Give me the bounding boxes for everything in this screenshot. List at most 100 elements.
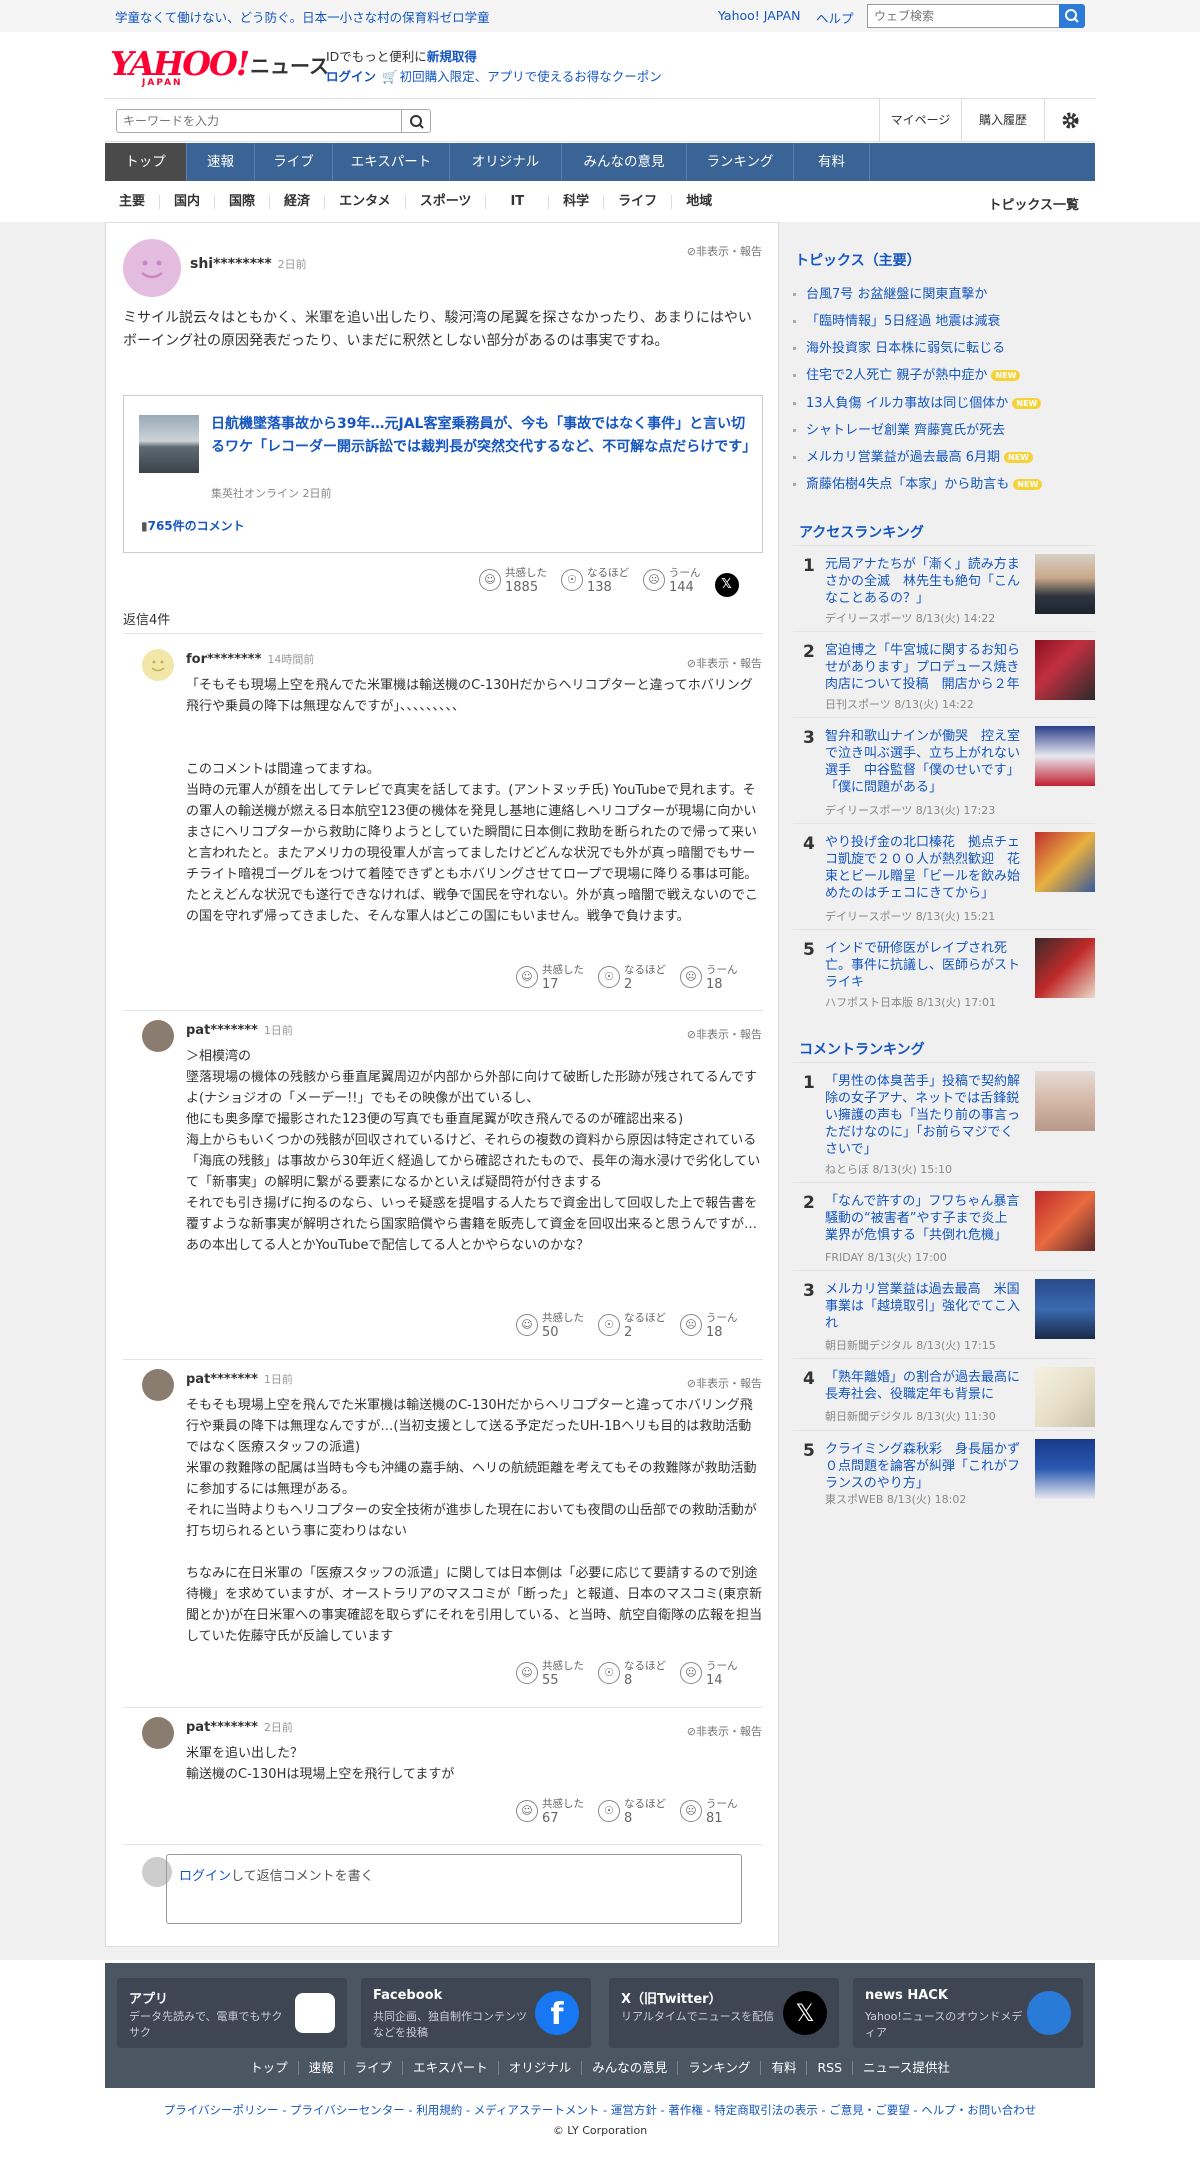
ranking-item[interactable]: 3 智弁和歌山ナインが働哭 控え室で泣き叫ぶ選手、立ち上がれない選手 中谷監督「… [793,717,1095,823]
topic-item[interactable]: 13人負傷 イルカ事故は同じ個体か NEW [793,392,1042,411]
empathy-button[interactable]: ☺ 共感した 55 [516,1660,584,1689]
footer-nav-ranking[interactable]: ランキング [678,2061,762,2075]
web-search-input[interactable] [867,4,1064,28]
category-economy[interactable]: 経済 [270,195,326,209]
footer-x-link[interactable]: X（旧Twitter） リアルタイムでニュースを配信 𝕏 [609,1978,839,2048]
ranking-item[interactable]: 1 「男性の体臭苦手」投稿で契約解除の女子アナ、ネットでは舌鋒鋭い擁護の声も「当… [793,1062,1095,1182]
topic-item[interactable]: メルカリ営業益が過去最高 6月期 NEW [793,446,1033,465]
footer-nav-breaking[interactable]: 速報 [299,2061,345,2075]
footer-facebook-link[interactable]: Facebook 共同企画、独自制作コンテンツなどを投稿 f [361,1978,591,2048]
footer-nav-expert[interactable]: エキスパート [403,2061,499,2075]
footer-nav-providers[interactable]: ニュース提供社 [853,2061,960,2075]
footer-links[interactable]: プライバシーポリシー - プライバシーセンター - 利用規約 - メディアステー… [0,2102,1200,2118]
footer-newshack-link[interactable]: news HACK Yahoo!ニュースのオウンドメディア [853,1978,1083,2048]
nav-ranking[interactable]: ランキング [687,143,794,181]
reply-login-link[interactable]: ログイン [179,1869,231,1884]
insight-button[interactable]: ☉ なるほど 2 [598,1312,666,1341]
ranking-item[interactable]: 4 やり投げ金の北口榛花 拠点チェコ凱旋で２００人が熱烈歓迎 花束とビール贈呈「… [793,823,1095,929]
empathy-button[interactable]: ☺ 共感した 17 [516,964,584,993]
topic-item[interactable]: シャトレーゼ創業 齊藤寛氏が死去 [793,419,1005,438]
login-link[interactable]: ログイン [326,69,376,84]
topic-item[interactable]: 住宅で2人死亡 親子が熱中症か NEW [793,364,1021,383]
category-it[interactable]: IT [486,195,550,209]
hide-report-label: 非表示・報告 [696,245,762,258]
hide-report-link[interactable]: ⊘非表示・報告 [687,655,762,671]
hide-report-link[interactable]: ⊘非表示・報告 [687,1026,762,1042]
mypage-link[interactable]: マイページ [879,99,961,142]
nav-original[interactable]: オリジナル [450,143,562,181]
signup-link[interactable]: 新規取得 [427,49,477,64]
hmm-button[interactable]: ☹ うーん 18 [680,1312,738,1341]
topics-list-link[interactable]: トピックス一覧 [988,194,1079,213]
nav-breaking[interactable]: 速報 [187,143,255,181]
category-main[interactable]: 主要 [105,195,161,209]
ranking-item[interactable]: 1 元局アナたちが「漸く」読み方まさかの全滅 林先生も絶句「こんなことあるの？」… [793,545,1095,631]
hmm-button[interactable]: ☹ うーん 14 [680,1660,738,1689]
keyword-search-input[interactable] [116,109,406,133]
article-comments-link[interactable]: ▮765件のコメント [141,517,245,534]
nav-expert[interactable]: エキスパート [333,143,450,181]
reply-user[interactable]: pat******* 1日前 [186,1371,293,1387]
ranking-item[interactable]: 3 メルカリ営業益は過去最高 米国事業は「越境取引」強化でてこ入れ 朝日新聞デジ… [793,1270,1095,1358]
web-search-button[interactable] [1059,4,1085,28]
reply-user[interactable]: pat******* 1日前 [186,1022,293,1038]
insight-button[interactable]: ☉ なるほど 8 [598,1798,666,1827]
footer-nav-rss[interactable]: RSS [807,2061,854,2075]
footer-nav-paid[interactable]: 有料 [761,2061,808,2075]
reply-user[interactable]: for******** 14時間前 [186,651,314,667]
help-link[interactable]: ヘルプ [816,8,854,27]
insight-button[interactable]: ☉ なるほど 138 [561,567,629,597]
insight-button[interactable]: ☉ なるほど 8 [598,1660,666,1689]
hmm-button[interactable]: ☹ うーん 81 [680,1798,738,1827]
ranking-item[interactable]: 2 宮迫博之「牛宮城に関するお知らせがあります」プロデュース焼き肉店について投稿… [793,631,1095,717]
hide-report-link[interactable]: ⊘非表示・報告 [687,1723,762,1739]
empathy-button[interactable]: ☺ 共感した 1885 [479,567,547,597]
ranking-item[interactable]: 5 インドで研修医がレイプされ死亡。事件に抗議し、医師らがストライキ ハフポスト… [793,929,1095,1015]
ranking-item[interactable]: 5 クライミング森秋彩 身長届かず０点問題を論客が糾弾「これがフランスのやり方」… [793,1430,1095,1510]
footer-nav-live[interactable]: ライブ [345,2061,404,2075]
empathy-button[interactable]: ☺ 共感した 50 [516,1312,584,1341]
article-title[interactable]: 日航機墜落事故から39年…元JAL客室乗務員が、今も「事故ではなく事件」と言い切… [211,413,756,459]
rank-number: 1 [803,1073,815,1093]
category-world[interactable]: 国際 [215,195,271,209]
topic-item[interactable]: 台風7号 お盆継盤に関東直撃か [793,283,987,302]
settings-button[interactable] [1044,99,1095,142]
footer-nav-opinion[interactable]: みんなの意見 [582,2061,679,2075]
category-life[interactable]: ライフ [604,195,673,209]
hmm-button[interactable]: ☹ うーん 144 [643,567,701,597]
reply-input[interactable]: ログインして返信コメントを書く [166,1854,742,1924]
footer-nav-original[interactable]: オリジナル [499,2061,583,2075]
ranking-item[interactable]: 2 「なんで許すの」フワちゃん暴言騒動の“被害者”やす子まで炎上 業界が危惧する… [793,1182,1095,1270]
hmm-button[interactable]: ☹ うーん 18 [680,964,738,993]
topic-item[interactable]: 斎藤佑樹4失点「本家」から助言も NEW [793,473,1043,492]
nav-live[interactable]: ライブ [255,143,333,181]
yahoo-news-logo[interactable]: YAHOO! JAPAN [110,44,250,90]
nav-top[interactable]: トップ [105,143,187,181]
footer-box-desc: リアルタイムでニュースを配信 [621,2010,775,2023]
coupon-link[interactable]: 初回購入限定、アプリで使えるお得なクーポン [400,69,662,84]
category-science[interactable]: 科学 [549,195,605,209]
comment-user[interactable]: shi******** 2日前 [190,256,307,272]
keyword-search-button[interactable] [401,109,431,133]
x-share-button[interactable]: 𝕏 [714,573,739,597]
hide-report-link[interactable]: ⊘非表示・報告 [687,1375,762,1391]
yahoo-japan-link[interactable]: Yahoo! JAPAN [718,8,800,23]
footer-app-link[interactable]: アプリ データ先読みで、電車でもサクサク [117,1978,347,2048]
nav-opinion[interactable]: みんなの意見 [562,143,687,181]
footer-nav-top[interactable]: トップ [240,2061,299,2075]
hide-report-link[interactable]: ⊘非表示・報告 [687,243,762,259]
nav-paid[interactable]: 有料 [794,143,870,181]
topic-item[interactable]: 海外投資家 日本株に弱気に転じる [793,337,1005,356]
category-local[interactable]: 地域 [672,195,726,209]
topic-item[interactable]: 「臨時情報」5日経過 地震は減衰 [793,310,1000,329]
category-entertainment[interactable]: エンタメ [325,195,406,209]
purchase-history-link[interactable]: 購入履歴 [961,99,1044,142]
ranking-item[interactable]: 4 「熟年離婚」の割合が過去最高に 長寿社会、役職定年も背景に 朝日新聞デジタル… [793,1358,1095,1430]
category-domestic[interactable]: 国内 [160,195,216,209]
empathy-button[interactable]: ☺ 共感した 67 [516,1798,584,1827]
category-sports[interactable]: スポーツ [406,195,487,209]
article-card[interactable]: 日航機墜落事故から39年…元JAL客室乗務員が、今も「事故ではなく事件」と言い切… [123,395,763,553]
promo-link[interactable]: 学童なくて働けない、どう防ぐ。日本一小さな村の保育料ゼロ学童 [115,7,490,26]
insight-button[interactable]: ☉ なるほど 2 [598,964,666,993]
reply-user[interactable]: pat******* 2日前 [186,1719,293,1735]
